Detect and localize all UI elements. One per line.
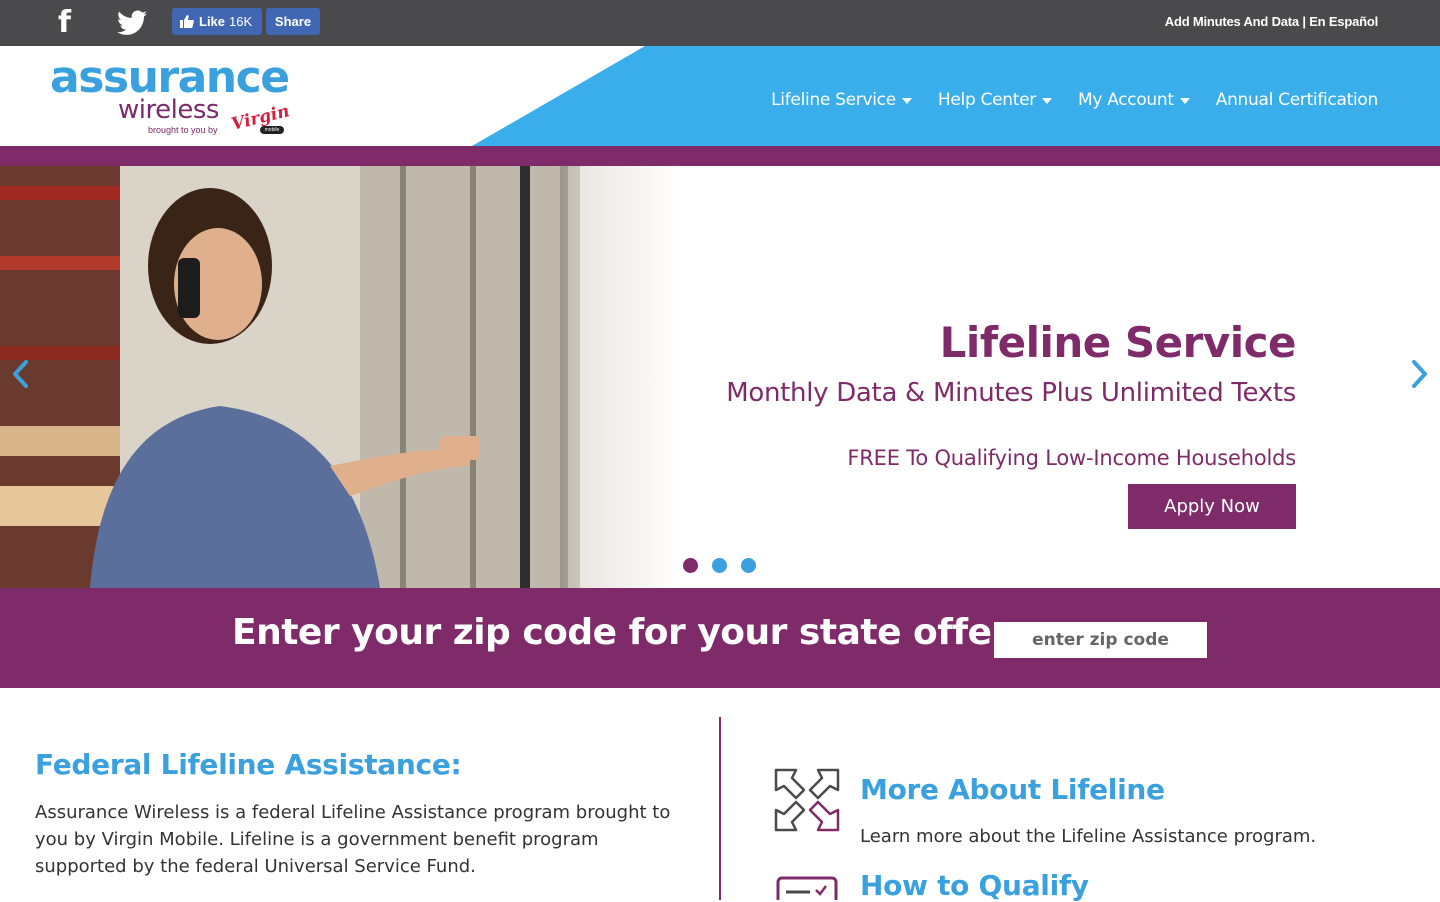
checklist-icon bbox=[776, 876, 838, 900]
carousel-next-arrow-icon[interactable] bbox=[1408, 356, 1432, 392]
like-label: Like bbox=[199, 14, 226, 29]
facebook-like-button[interactable]: Like 16K bbox=[172, 8, 262, 35]
carousel-dots bbox=[683, 558, 756, 573]
caret-down-icon bbox=[901, 98, 912, 104]
federal-lifeline-section: Federal Lifeline Assistance: Assurance W… bbox=[35, 748, 685, 880]
hero-photo-woman-on-phone bbox=[0, 166, 680, 588]
top-links[interactable]: Add Minutes And Data | En Español bbox=[1165, 14, 1378, 29]
assurance-wireless-logo[interactable]: assurance wireless brought to you by Vir… bbox=[50, 52, 292, 140]
federal-lifeline-text: Assurance Wireless is a federal Lifeline… bbox=[35, 802, 671, 877]
carousel-dot-2[interactable] bbox=[712, 558, 727, 573]
zip-code-input[interactable] bbox=[994, 622, 1207, 658]
nav-lifeline-service[interactable]: Lifeline Service bbox=[771, 90, 912, 110]
like-count: 16K bbox=[229, 14, 253, 29]
facebook-icon[interactable]: f bbox=[58, 8, 82, 38]
more-about-lifeline-link[interactable]: More About Lifeline bbox=[860, 773, 1165, 806]
thumbs-up-icon bbox=[180, 15, 194, 28]
carousel-prev-arrow-icon[interactable] bbox=[8, 356, 32, 392]
arrows-inward-icon bbox=[774, 768, 840, 832]
more-about-lifeline-text: Learn more about the Lifeline Assistance… bbox=[860, 826, 1317, 847]
hero-free-line: FREE To Qualifying Low-Income Households bbox=[847, 446, 1296, 470]
mobile-badge: mobile bbox=[260, 126, 284, 134]
nav-annual-certification[interactable]: Annual Certification bbox=[1215, 90, 1379, 110]
site-header: assurance wireless brought to you by Vir… bbox=[0, 46, 1440, 146]
zip-code-prompt: Enter your zip code for your state offer… bbox=[232, 612, 1023, 653]
hero-carousel: Lifeline Service Monthly Data & Minutes … bbox=[0, 166, 1440, 588]
hero-title: Lifeline Service bbox=[939, 318, 1297, 367]
section-divider bbox=[719, 717, 721, 900]
logo-subwordmark: wireless bbox=[118, 95, 219, 125]
carousel-dot-1[interactable] bbox=[683, 558, 698, 573]
how-to-qualify-link[interactable]: How to Qualify bbox=[860, 869, 1089, 902]
header-purple-strip bbox=[0, 146, 1440, 166]
logo-wordmark: assurance bbox=[50, 52, 290, 103]
nav-help-center[interactable]: Help Center bbox=[938, 90, 1052, 110]
nav-label: Help Center bbox=[937, 90, 1036, 110]
facebook-share-button[interactable]: Share bbox=[266, 8, 320, 35]
federal-lifeline-title: Federal Lifeline Assistance: bbox=[35, 748, 462, 781]
main-nav: Lifeline Service Help Center My Account … bbox=[745, 90, 1378, 110]
logo-tagline: brought to you by bbox=[148, 125, 218, 135]
nav-label: Lifeline Service bbox=[771, 90, 896, 110]
caret-down-icon bbox=[1179, 98, 1190, 104]
carousel-dot-3[interactable] bbox=[741, 558, 756, 573]
nav-my-account[interactable]: My Account bbox=[1078, 90, 1190, 110]
zip-code-band: Enter your zip code for your state offer… bbox=[0, 588, 1440, 688]
caret-down-icon bbox=[1041, 98, 1052, 104]
nav-label: Annual Certification bbox=[1215, 90, 1379, 110]
nav-label: My Account bbox=[1077, 90, 1174, 110]
top-utility-bar: f Like 16K Share Add Minutes And Data | … bbox=[0, 0, 1440, 46]
twitter-icon[interactable] bbox=[117, 10, 147, 36]
apply-now-button[interactable]: Apply Now bbox=[1128, 484, 1296, 529]
hero-subtitle: Monthly Data & Minutes Plus Unlimited Te… bbox=[726, 378, 1296, 408]
